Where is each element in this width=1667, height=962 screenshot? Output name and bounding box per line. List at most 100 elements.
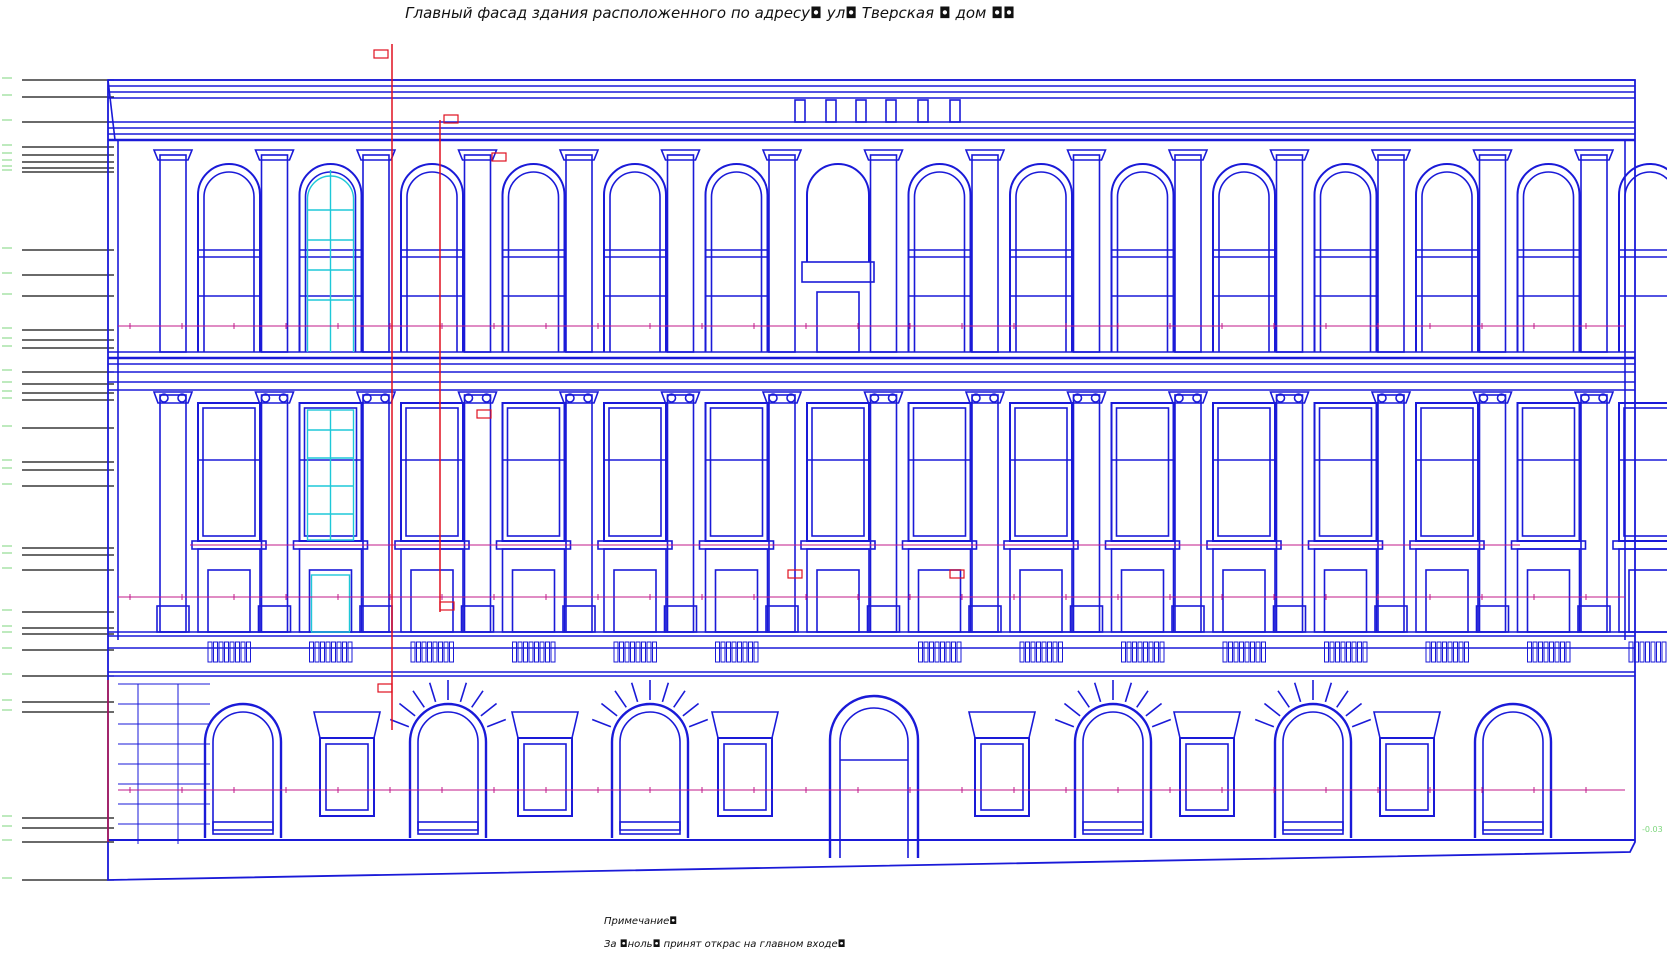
- column: [1275, 394, 1304, 633]
- arched-window-inner: [1218, 171, 1270, 352]
- baluster: [550, 641, 556, 663]
- baluster: [1425, 641, 1431, 663]
- window-inner: [912, 407, 967, 537]
- ground-arched-window: [408, 702, 488, 838]
- arched-window-inner: [609, 171, 661, 352]
- voussoir: [1124, 682, 1133, 703]
- voussoir: [1093, 682, 1102, 703]
- baluster: [1239, 641, 1244, 663]
- ground-window-inner: [980, 743, 1024, 811]
- baluster: [1543, 641, 1549, 663]
- column: [1072, 154, 1101, 353]
- baluster: [1639, 641, 1645, 663]
- voussoir: [1254, 718, 1275, 728]
- column-base: [968, 605, 1002, 633]
- baluster: [1228, 641, 1233, 663]
- balustrade: [1628, 641, 1667, 663]
- baluster: [438, 641, 443, 663]
- baluster: [1357, 641, 1362, 663]
- baluster: [1335, 641, 1340, 663]
- balustrade: [613, 641, 657, 663]
- baluster: [1329, 641, 1335, 663]
- column-base: [1069, 605, 1104, 633]
- ground-arched-window: [203, 702, 283, 838]
- window-inner: [1115, 407, 1170, 537]
- window-sill: [619, 821, 681, 835]
- arched-window: [1110, 163, 1175, 352]
- baluster: [1148, 641, 1154, 663]
- baluster: [715, 641, 720, 663]
- balustrade: [512, 641, 556, 663]
- column: [971, 154, 999, 353]
- baluster: [1538, 641, 1543, 663]
- window: [1415, 402, 1479, 542]
- window-hood: [710, 711, 780, 739]
- arched-window: [501, 163, 566, 352]
- balustrade: [1527, 641, 1571, 663]
- ground-arched-window: [1273, 702, 1353, 838]
- window-lower: [511, 569, 556, 633]
- voussoir: [661, 682, 670, 703]
- baluster: [229, 641, 235, 663]
- baluster: [534, 641, 539, 663]
- column-base: [1577, 605, 1611, 633]
- baluster: [945, 641, 951, 663]
- column: [1580, 154, 1608, 353]
- baluster: [1442, 641, 1447, 663]
- column: [565, 394, 593, 633]
- attic-baluster: [885, 99, 897, 123]
- ground-arched-window-inner: [619, 711, 681, 831]
- window: [197, 402, 261, 542]
- window-inner: [1014, 407, 1068, 537]
- balustrade: [715, 641, 759, 663]
- window: [907, 402, 972, 542]
- window: [806, 402, 870, 542]
- column: [666, 394, 695, 633]
- arched-window-inner: [913, 171, 966, 352]
- facade-drawing: -0.03: [2, 44, 1667, 881]
- section-marker: [377, 683, 393, 693]
- window-hood: [967, 711, 1037, 739]
- window-inner: [506, 407, 561, 537]
- arched-window: [1516, 163, 1581, 352]
- window-sill: [1510, 540, 1587, 550]
- window-lower: [917, 569, 962, 633]
- baluster: [1549, 641, 1554, 663]
- baluster: [624, 641, 630, 663]
- baluster: [1132, 641, 1137, 663]
- arched-window: [806, 163, 870, 262]
- baluster: [218, 641, 224, 663]
- baluster: [934, 641, 940, 663]
- baluster: [1346, 641, 1351, 663]
- door-opening: [816, 291, 860, 353]
- baluster: [1143, 641, 1148, 663]
- section-marker: [949, 569, 965, 579]
- window: [1212, 402, 1276, 542]
- column: [463, 154, 492, 353]
- baluster: [1340, 641, 1346, 663]
- baluster: [720, 641, 726, 663]
- baluster: [1261, 641, 1266, 663]
- baluster: [923, 641, 929, 663]
- balustrade: [1222, 641, 1266, 663]
- main-entrance-inner: [839, 707, 909, 858]
- baluster: [443, 641, 449, 663]
- main-entrance-arch: [828, 694, 920, 858]
- voussoir: [688, 718, 709, 728]
- column: [971, 394, 999, 633]
- voussoir: [1293, 682, 1302, 703]
- baluster: [630, 641, 635, 663]
- baluster: [1656, 641, 1661, 663]
- window-lower: [714, 569, 759, 633]
- baluster: [410, 641, 416, 663]
- baluster: [1041, 641, 1047, 663]
- baluster: [1244, 641, 1250, 663]
- voussoir: [412, 690, 425, 708]
- attic-baluster: [917, 99, 929, 123]
- voussoir: [389, 718, 410, 728]
- column: [1377, 154, 1405, 353]
- voussoir: [1151, 718, 1172, 728]
- column-base: [663, 605, 698, 633]
- window: [603, 402, 667, 542]
- baluster: [646, 641, 652, 663]
